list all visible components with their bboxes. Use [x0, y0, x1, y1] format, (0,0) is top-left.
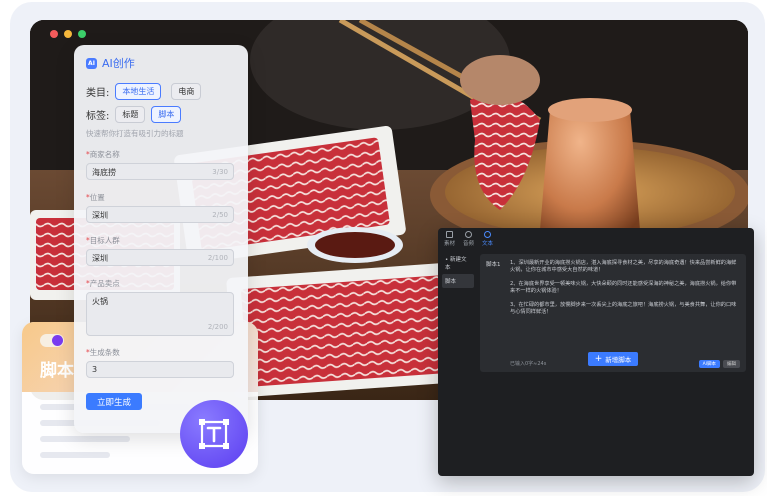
- window-controls: [50, 30, 86, 38]
- text-tool-badge[interactable]: [180, 400, 248, 468]
- generate-button[interactable]: 立即生成: [86, 393, 142, 410]
- script-label: 脚本1: [486, 262, 501, 268]
- audio-icon: [465, 231, 473, 238]
- tab-audio[interactable]: 音频: [463, 231, 474, 247]
- text-icon: [484, 231, 492, 238]
- script-toggle[interactable]: [40, 334, 64, 347]
- char-count: 2/200: [207, 323, 228, 331]
- editor-tabs: 素材 音频 文本: [444, 231, 493, 247]
- script-card-title: 脚本: [40, 361, 74, 381]
- selling-point-label: *产品卖点: [86, 279, 120, 288]
- script-meta: 已输入0字≈24s: [510, 361, 547, 367]
- script-paragraph: 2、在海底世界享受一顿美味火锅，大快朵颐的同时还能感受深海的神秘之美，海底捞火锅…: [510, 281, 737, 294]
- form-hint: 快速帮你打造有吸引力的标题: [86, 129, 184, 138]
- char-count: 3/30: [212, 168, 228, 176]
- sidebar-item-script[interactable]: 脚本: [442, 274, 474, 288]
- skeleton-line: [40, 436, 130, 442]
- text-frame-icon: [199, 419, 229, 449]
- tab-text[interactable]: 文本: [482, 231, 493, 247]
- char-count: 2/50: [212, 211, 228, 219]
- editor-sidebar: • 新建文本 脚本: [442, 252, 474, 288]
- tag-chip-script[interactable]: 脚本: [151, 106, 182, 123]
- ai-script-button[interactable]: AI脚本: [698, 360, 720, 368]
- minimize-dot-icon[interactable]: [64, 30, 72, 38]
- script-paragraph: 1、深圳最新开业的海底捞火锅店，湛入海底探寻食材之美，尽享的海底奇遇！快来品尝新…: [510, 260, 737, 273]
- target-audience-input[interactable]: 深圳 2/100: [86, 249, 234, 266]
- merchant-name-label: *商家名称: [86, 150, 120, 159]
- category-row: 类目: 本地生活 电商: [86, 83, 202, 100]
- sidebar-item-new-text[interactable]: • 新建文本: [442, 252, 474, 274]
- add-script-label: 新增脚本: [605, 356, 632, 364]
- selling-point-textarea[interactable]: 火锅 2/200: [86, 292, 234, 336]
- ai-create-panel: AI AI创作 类目: 本地生活 电商 标签: 标题 脚本 快速帮你打造有吸引力…: [74, 45, 248, 433]
- category-label: 类目:: [86, 88, 110, 99]
- skeleton-line: [40, 452, 110, 458]
- script-paragraph: 3、在忙碌的都市里，放慢脚步来一次丢尖上的海底之旅吧！海底捞火锅，与美食共舞，让…: [510, 302, 737, 315]
- script-paragraphs: 1、深圳最新开业的海底捞火锅店，湛入海底探寻食材之美，尽享的海底奇遇！快来品尝新…: [510, 260, 738, 323]
- category-chip-ecommerce[interactable]: 电商: [171, 83, 202, 100]
- location-label: *位置: [86, 193, 105, 202]
- tag-row: 标签: 标题 脚本: [86, 106, 182, 123]
- plus-icon: +: [594, 353, 603, 364]
- material-icon: [446, 231, 453, 238]
- char-count: 2/100: [207, 254, 228, 262]
- target-audience-label: *目标人群: [86, 236, 120, 245]
- close-dot-icon[interactable]: [50, 30, 58, 38]
- maximize-dot-icon[interactable]: [78, 30, 86, 38]
- generate-count-input[interactable]: 3: [86, 361, 234, 378]
- add-script-button[interactable]: + 新增脚本: [588, 352, 638, 366]
- tag-chip-title[interactable]: 标题: [115, 106, 146, 123]
- script-actions: AI脚本 编辑: [698, 360, 740, 368]
- tab-material[interactable]: 素材: [444, 231, 455, 247]
- category-chip-local[interactable]: 本地生活: [115, 83, 162, 100]
- editor-panel: 素材 音频 文本 • 新建文本 脚本 脚本1 1、深圳最新开业的海底捞火锅店，湛…: [438, 228, 754, 476]
- merchant-name-input[interactable]: 海底捞 3/30: [86, 163, 234, 180]
- location-input[interactable]: 深圳 2/50: [86, 206, 234, 223]
- ai-panel-title: AI创作: [102, 57, 135, 70]
- ai-logo-icon: AI: [86, 57, 97, 69]
- tag-label: 标签:: [86, 111, 110, 122]
- edit-button[interactable]: 编辑: [723, 360, 740, 368]
- ai-panel-header: AI AI创作: [86, 55, 236, 71]
- generate-count-label: *生成条数: [86, 348, 120, 357]
